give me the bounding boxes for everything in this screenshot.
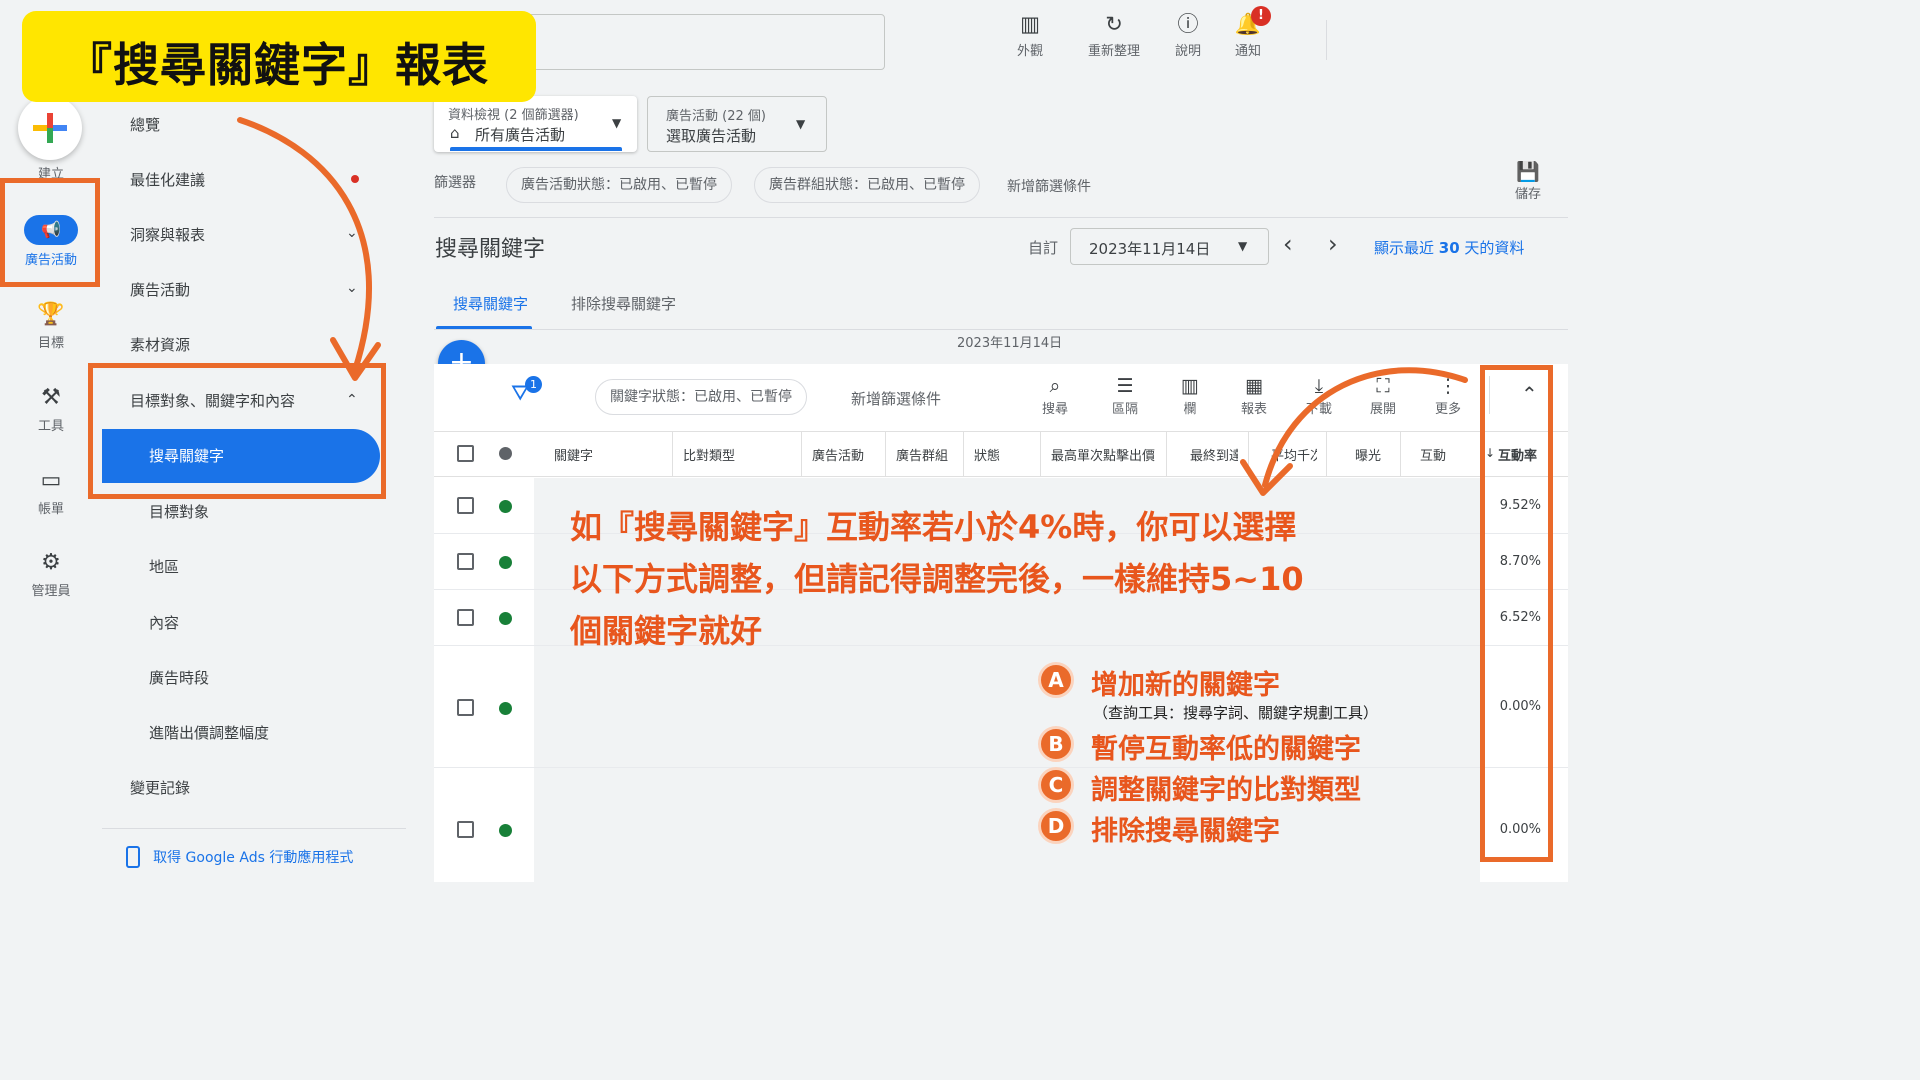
option-text-d: 排除搜尋關鍵字 — [1091, 816, 1280, 847]
annotation-line-2: 以下方式調整，但請記得調整完後，一樣維持5~10 — [570, 560, 1304, 598]
option-badge-c: C — [1038, 767, 1074, 803]
option-badge-b: B — [1038, 726, 1074, 762]
annotation-line-1: 如『搜尋關鍵字』互動率若小於4%時，你可以選擇 — [570, 508, 1297, 546]
option-badge-d: D — [1038, 808, 1074, 844]
curved-arrow-to-menu — [237, 117, 373, 373]
curved-arrow-to-rate — [1262, 367, 1468, 488]
option-badge-a: A — [1038, 662, 1074, 698]
option-text-a: 增加新的關鍵字 — [1091, 670, 1280, 701]
annotation-line-3: 個關鍵字就好 — [570, 612, 763, 650]
option-text-b: 暫停互動率低的關鍵字 — [1091, 734, 1361, 765]
option-text-c: 調整關鍵字的比對類型 — [1091, 775, 1361, 806]
option-note: （查詢工具：搜尋字詞、關鍵字規劃工具） — [1093, 704, 1379, 722]
